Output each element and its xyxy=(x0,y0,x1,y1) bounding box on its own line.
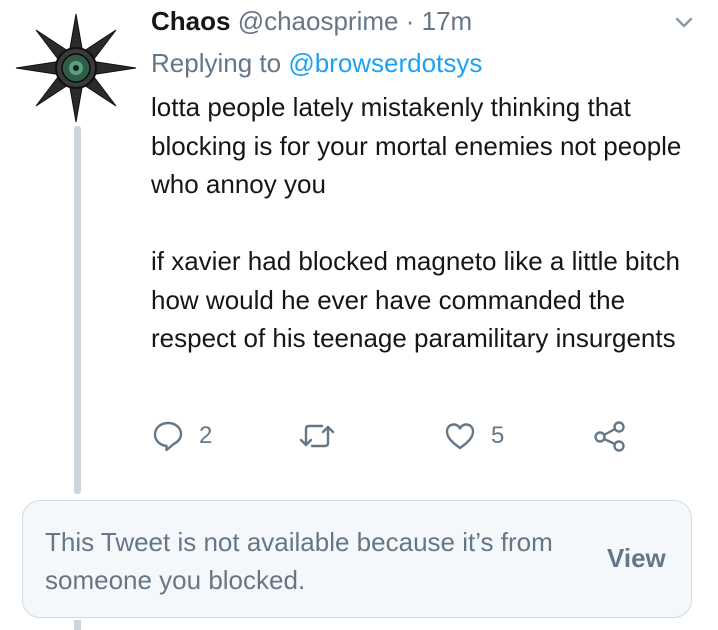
like-button[interactable]: 5 xyxy=(443,416,504,456)
reply-bubble-icon xyxy=(153,421,183,452)
view-button[interactable]: View xyxy=(607,543,666,574)
share-button[interactable] xyxy=(592,416,628,456)
reply-button[interactable]: 2 xyxy=(151,416,212,456)
tweet-header: Chaos @chaosprime · 17m xyxy=(151,4,658,38)
replying-to-mention[interactable]: @browserdotsys xyxy=(288,48,482,78)
chaos-star-avatar-icon xyxy=(15,13,137,123)
blocked-tweet-notice: This Tweet is not available because it’s… xyxy=(22,500,692,618)
retweet-icon xyxy=(299,424,335,448)
tweet-paragraph: lotta people lately mistakenly thinking … xyxy=(151,92,682,199)
author-name[interactable]: Chaos xyxy=(151,6,230,36)
replying-to-label: Replying to xyxy=(151,48,282,78)
author-handle[interactable]: @chaosprime xyxy=(238,6,399,36)
retweet-button[interactable] xyxy=(298,416,336,456)
tweet-text: lotta people lately mistakenly thinking … xyxy=(151,88,711,358)
tweet-timestamp[interactable]: 17m xyxy=(422,6,473,36)
tweet-menu-button[interactable] xyxy=(671,10,697,36)
tweet-actions: 2 5 xyxy=(0,416,718,456)
heart-icon xyxy=(445,423,475,450)
thread-line-continuation xyxy=(74,620,81,630)
blocked-notice-text: This Tweet is not available because it’s… xyxy=(45,527,553,595)
like-count: 5 xyxy=(491,422,505,449)
tweet-paragraph: if xavier had blocked magneto like a lit… xyxy=(151,246,680,353)
reply-count: 2 xyxy=(199,422,213,449)
separator-dot: · xyxy=(405,6,415,36)
replying-to-line: Replying to @browserdotsys xyxy=(151,46,482,80)
avatar[interactable] xyxy=(14,12,138,124)
chevron-down-icon xyxy=(675,17,693,28)
share-icon xyxy=(594,421,625,452)
